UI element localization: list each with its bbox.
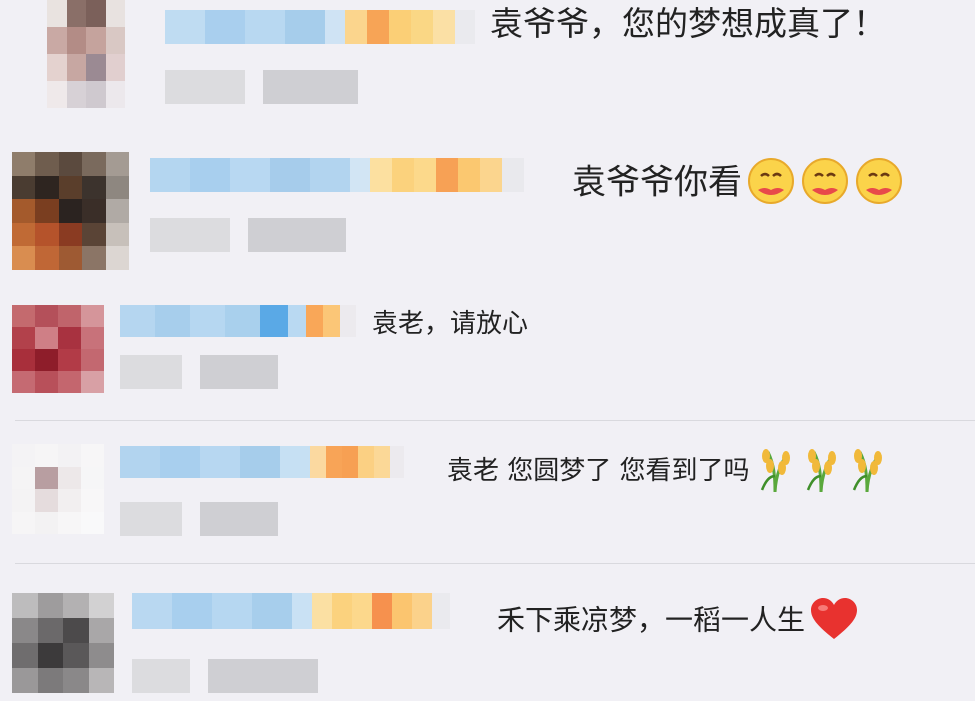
timestamp-blurred	[120, 355, 278, 389]
comment-text: 袁老 您圆梦了 您看到了吗	[447, 446, 888, 497]
avatar[interactable]	[12, 152, 129, 270]
comment-text: 袁老，请放心	[372, 309, 529, 339]
comment-item: 袁爷爷你看	[0, 140, 975, 280]
timestamp-blurred	[120, 502, 278, 536]
avatar[interactable]	[12, 444, 104, 534]
comment-item: 禾下乘凉梦，一稻一人生	[0, 575, 975, 701]
rice-plant-icon	[846, 446, 888, 497]
hug-face-icon	[854, 156, 904, 212]
hug-face-icon	[746, 156, 796, 212]
comment-text: 袁爷爷你看	[572, 156, 904, 212]
comment-item: 袁老，请放心	[0, 295, 975, 415]
divider	[15, 420, 975, 421]
timestamp-blurred	[150, 218, 346, 252]
username-blurred[interactable]	[120, 446, 404, 478]
username-blurred[interactable]	[165, 10, 475, 44]
red-heart-icon	[809, 597, 859, 646]
comment-text-label: 禾下乘凉梦，一稻一人生	[497, 603, 806, 637]
comment-text-label: 袁爷爷你看	[572, 162, 742, 203]
timestamp-blurred	[165, 70, 358, 104]
rice-plant-icon	[754, 446, 796, 497]
divider	[15, 563, 975, 564]
comment-text: 袁爷爷，您的梦想成真了！	[490, 4, 886, 43]
rice-plant-icon	[800, 446, 842, 497]
avatar[interactable]	[47, 0, 125, 108]
username-blurred[interactable]	[120, 305, 356, 337]
avatar[interactable]	[12, 305, 104, 393]
comment-text: 禾下乘凉梦，一稻一人生	[497, 597, 859, 646]
avatar[interactable]	[12, 593, 114, 693]
comment-item: 袁老 您圆梦了 您看到了吗	[0, 432, 975, 557]
hug-face-icon	[800, 156, 850, 212]
comment-item: 袁爷爷，您的梦想成真了！	[0, 0, 975, 120]
username-blurred[interactable]	[150, 158, 524, 192]
timestamp-blurred	[132, 659, 318, 693]
username-blurred[interactable]	[132, 593, 450, 629]
comment-text-label: 袁老 您圆梦了 您看到了吗	[447, 456, 750, 486]
